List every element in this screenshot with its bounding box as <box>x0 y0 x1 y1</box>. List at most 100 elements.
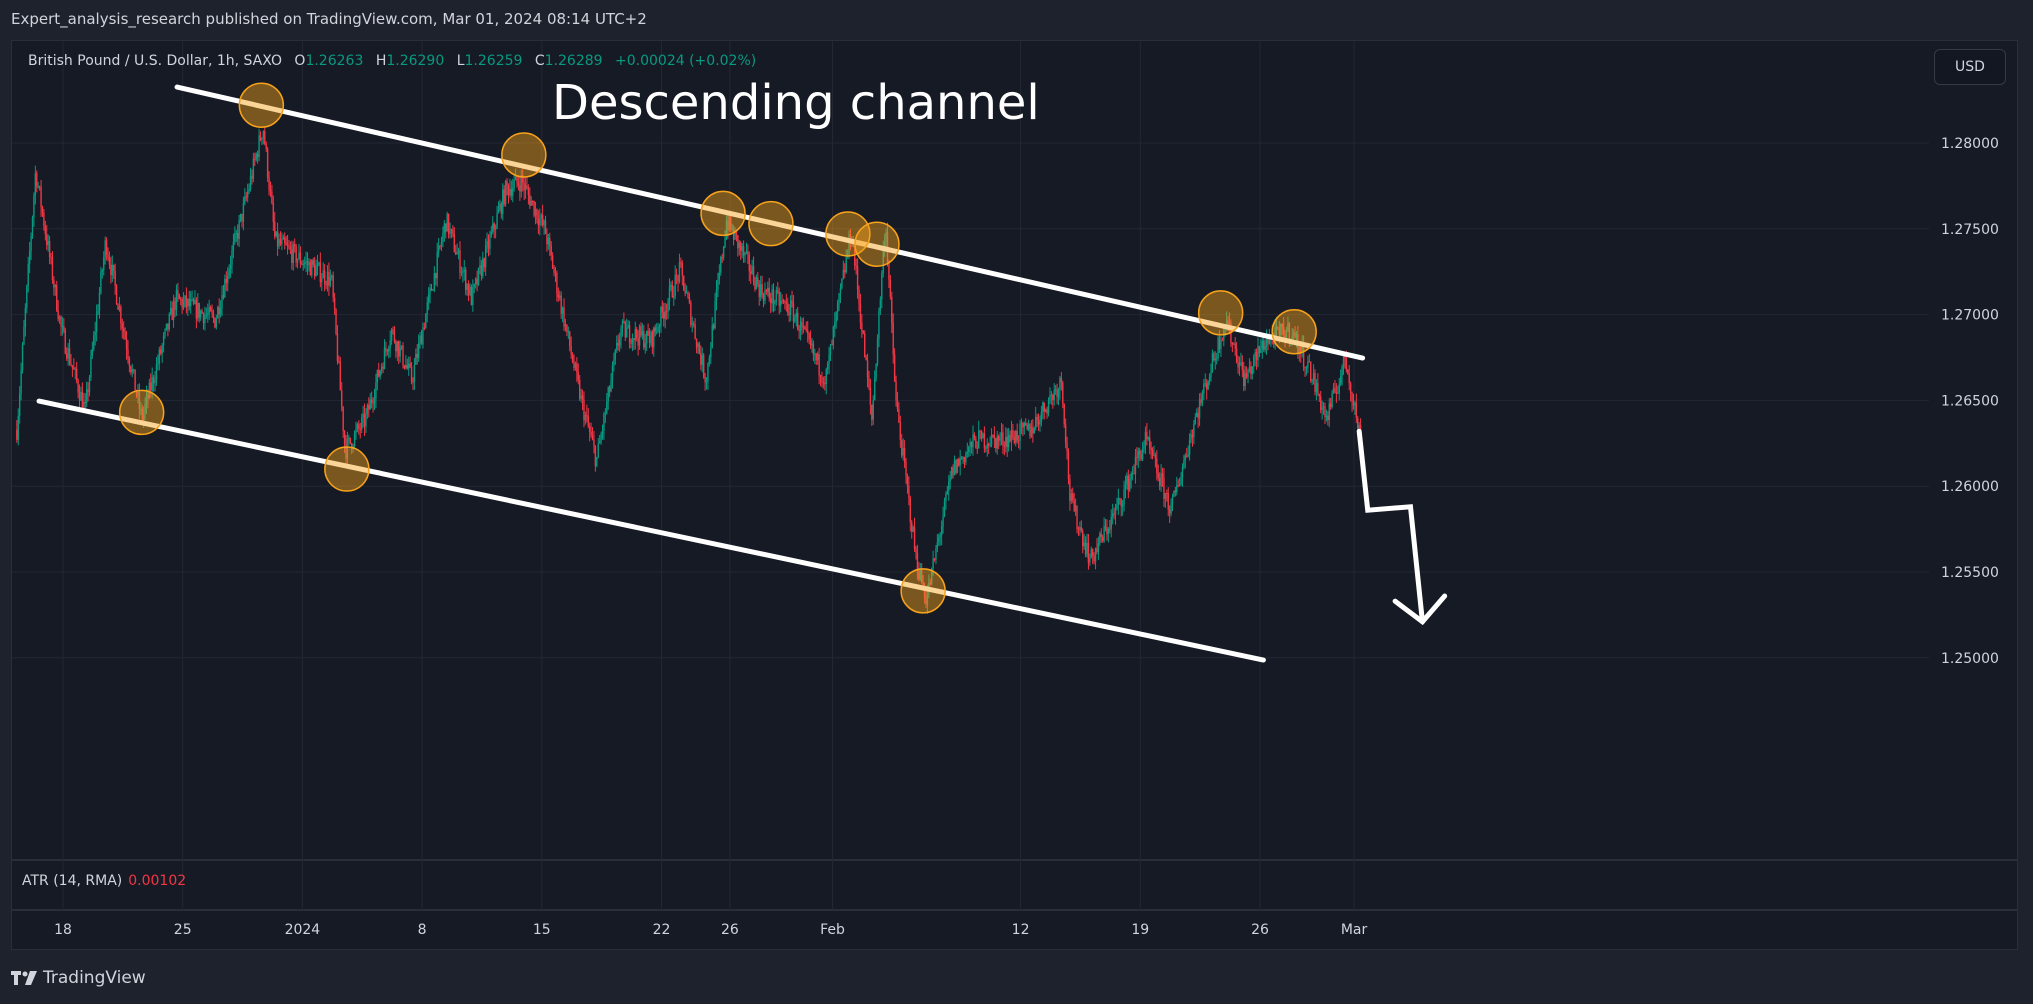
candle <box>1324 406 1326 418</box>
y-tick-label: 1.26000 <box>1941 479 1999 495</box>
candle <box>1017 440 1020 442</box>
candle <box>580 395 582 399</box>
candle <box>1052 395 1054 400</box>
candle <box>801 321 803 328</box>
candle <box>1000 432 1003 438</box>
candle <box>212 313 215 318</box>
chart-frame[interactable]: 1.28000 1.27500 1.27000 1.26500 1.26000 1.255… <box>11 40 2018 950</box>
candle <box>1329 403 1332 408</box>
candle <box>30 235 32 252</box>
candle <box>1352 401 1355 406</box>
candle <box>574 363 577 369</box>
candle <box>497 209 500 214</box>
candle <box>229 264 232 269</box>
candle <box>895 381 897 401</box>
currency-button[interactable]: USD <box>1934 49 2006 85</box>
x-tick-label: 18 <box>54 922 72 938</box>
candle <box>107 254 109 259</box>
candle <box>1337 393 1339 395</box>
candle <box>77 380 79 393</box>
candle <box>955 460 957 474</box>
candle <box>603 413 605 431</box>
candle <box>343 431 346 445</box>
candle <box>322 270 324 279</box>
candle <box>182 300 185 308</box>
candle <box>408 363 410 369</box>
candle <box>645 330 648 344</box>
candle <box>608 387 611 392</box>
candle <box>71 365 74 368</box>
candle <box>1331 392 1333 408</box>
candle <box>420 335 423 345</box>
candle <box>467 284 470 295</box>
candle <box>808 333 810 340</box>
candle <box>1042 402 1044 412</box>
candle <box>439 245 441 247</box>
candle <box>1166 493 1168 495</box>
candle <box>1139 450 1141 455</box>
candle <box>861 322 863 331</box>
candle <box>1174 490 1177 493</box>
candle <box>1358 424 1360 429</box>
candle <box>47 241 49 246</box>
candle <box>342 406 344 432</box>
candle <box>171 307 173 321</box>
candle <box>570 346 572 355</box>
candle <box>437 245 440 252</box>
candle <box>251 175 253 179</box>
candle <box>378 370 380 377</box>
candle <box>118 306 121 310</box>
candle <box>368 405 370 410</box>
candle <box>1164 493 1167 500</box>
candle <box>644 343 646 348</box>
candle <box>130 366 132 373</box>
candle <box>53 280 55 288</box>
candle <box>177 290 179 295</box>
candle <box>956 459 959 474</box>
candle <box>158 349 161 364</box>
candle <box>1258 345 1261 353</box>
candle <box>117 304 119 310</box>
candle <box>238 219 240 239</box>
candle <box>248 188 250 192</box>
candle <box>121 323 123 329</box>
candle <box>701 355 703 365</box>
candle <box>812 343 815 355</box>
candle <box>1020 423 1023 425</box>
candle <box>1335 392 1338 394</box>
candle <box>1218 337 1221 350</box>
candle <box>379 370 381 377</box>
candle <box>1032 427 1034 434</box>
candle <box>197 303 199 319</box>
candle <box>620 328 622 340</box>
published-caption: Expert_analysis_research published on Tr… <box>11 10 647 28</box>
candle <box>363 413 366 427</box>
candle <box>594 446 597 466</box>
candle <box>244 196 246 204</box>
candle <box>714 300 716 328</box>
candle <box>207 313 209 315</box>
candle <box>1006 436 1008 448</box>
candle <box>168 313 171 330</box>
candle <box>915 549 917 553</box>
candle <box>693 323 695 325</box>
candle <box>289 247 292 250</box>
candle <box>1247 370 1249 378</box>
price-chart[interactable]: 1.28000 1.27500 1.27000 1.26500 1.26000 1.255… <box>12 41 2017 949</box>
candle <box>473 284 475 287</box>
candle <box>869 387 872 405</box>
candle <box>795 312 798 318</box>
candle <box>660 307 662 327</box>
candle <box>836 302 839 313</box>
candle <box>571 354 574 363</box>
candle <box>606 401 608 414</box>
candle <box>896 400 899 410</box>
candle <box>831 344 833 346</box>
y-tick-label: 1.28000 <box>1941 136 1999 152</box>
candle <box>1167 493 1169 510</box>
candle <box>650 331 652 344</box>
candle <box>667 301 669 312</box>
candle <box>1203 383 1205 394</box>
candle <box>715 290 718 301</box>
x-tick-label: 22 <box>653 922 671 938</box>
